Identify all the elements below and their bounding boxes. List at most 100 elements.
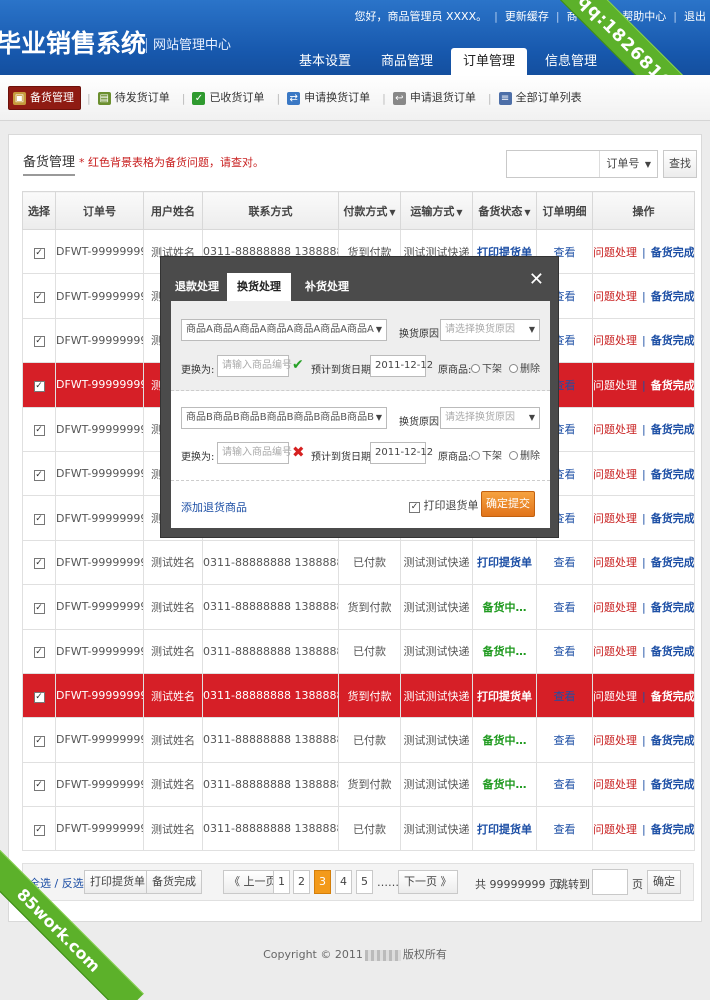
page-3-current[interactable]: 3 bbox=[314, 870, 331, 894]
view-detail-link[interactable]: 查看 bbox=[554, 823, 576, 836]
subnav-all-orders[interactable]: ≡ 全部订单列表 bbox=[495, 86, 588, 110]
stock-done-link[interactable]: 备货完成 bbox=[651, 290, 694, 303]
subnav-exchange-requests[interactable]: ⇄ 申请换货订单 bbox=[283, 86, 376, 110]
row-checkbox[interactable]: ✓ bbox=[33, 824, 45, 836]
row-checkbox[interactable]: ✓ bbox=[33, 469, 45, 481]
stock-done-link[interactable]: 备货完成 bbox=[651, 690, 694, 703]
arrival-date-input[interactable]: 2011-12-12 bbox=[370, 355, 433, 377]
swap-product-input[interactable]: 请输入商品编号 bbox=[217, 442, 292, 464]
radio-delist[interactable]: 下架 bbox=[471, 360, 502, 375]
stock-done-link[interactable]: 备货完成 bbox=[651, 778, 694, 791]
stock-done-link[interactable]: 备货完成 bbox=[651, 645, 694, 658]
tab-basic-settings[interactable]: 基本设置 bbox=[287, 48, 363, 75]
page-2[interactable]: 2 bbox=[293, 870, 310, 894]
row-checkbox[interactable]: ✓ bbox=[33, 336, 45, 348]
print-return-checkbox[interactable]: ✓ 打印退货单 bbox=[409, 497, 479, 513]
arrival-date-input[interactable]: 2011-12-12 bbox=[370, 442, 433, 464]
invert-selection-link[interactable]: 反选 bbox=[62, 877, 84, 890]
refresh-cache-link[interactable]: 更新缓存 bbox=[505, 8, 549, 24]
tab-exchange[interactable]: 换货处理 bbox=[227, 273, 291, 301]
radio-delete[interactable]: 删除 bbox=[509, 360, 540, 375]
handle-problem-link[interactable]: 问题处理 bbox=[594, 645, 638, 658]
row-checkbox[interactable]: ✓ bbox=[33, 780, 45, 792]
handle-problem-link[interactable]: 问题处理 bbox=[594, 246, 638, 259]
tab-info-management[interactable]: 信息管理 bbox=[533, 48, 609, 75]
row-checkbox[interactable]: ✓ bbox=[33, 247, 45, 259]
view-detail-link[interactable]: 查看 bbox=[554, 556, 576, 569]
handle-problem-link[interactable]: 问题处理 bbox=[594, 423, 638, 436]
next-page-button[interactable]: 下一页 》 bbox=[398, 870, 458, 894]
stock-done-link[interactable]: 备货完成 bbox=[651, 734, 694, 747]
tab-restock[interactable]: 补货处理 bbox=[305, 273, 349, 301]
row-checkbox[interactable]: ✓ bbox=[33, 380, 45, 392]
stock-status[interactable]: 打印提货单 bbox=[477, 690, 532, 703]
stock-done-link[interactable]: 备货完成 bbox=[651, 334, 694, 347]
handle-problem-link[interactable]: 问题处理 bbox=[594, 334, 638, 347]
stock-done-link[interactable]: 备货完成 bbox=[651, 379, 694, 392]
product-select[interactable]: 商品B商品B商品B商品B商品B商品B商品B bbox=[181, 407, 387, 429]
jump-page-input[interactable] bbox=[592, 869, 628, 895]
row-checkbox[interactable]: ✓ bbox=[33, 514, 45, 526]
row-checkbox[interactable]: ✓ bbox=[33, 292, 45, 304]
reason-select[interactable]: 请选择换货原因 bbox=[440, 319, 540, 341]
handle-problem-link[interactable]: 问题处理 bbox=[594, 778, 638, 791]
tab-product-management[interactable]: 商品管理 bbox=[369, 48, 445, 75]
column-header[interactable]: 付款方式 ▼ bbox=[338, 191, 401, 230]
stock-status[interactable]: 打印提货单 bbox=[477, 556, 532, 569]
stock-done-link[interactable]: 备货完成 bbox=[651, 423, 694, 436]
radio-delete[interactable]: 删除 bbox=[509, 447, 540, 462]
row-checkbox[interactable]: ✓ bbox=[33, 558, 45, 570]
view-detail-link[interactable]: 查看 bbox=[554, 778, 576, 791]
product-select[interactable]: 商品A商品A商品A商品A商品A商品A商品A bbox=[181, 319, 387, 341]
handle-problem-link[interactable]: 问题处理 bbox=[594, 734, 638, 747]
row-checkbox[interactable]: ✓ bbox=[33, 691, 45, 703]
stock-done-link[interactable]: 备货完成 bbox=[651, 556, 694, 569]
search-input[interactable]: 订单号 ▼ bbox=[506, 150, 658, 178]
stock-done-link[interactable]: 备货完成 bbox=[651, 246, 694, 259]
page-1[interactable]: 1 bbox=[273, 870, 290, 894]
handle-problem-link[interactable]: 问题处理 bbox=[594, 823, 638, 836]
stock-done-link[interactable]: 备货完成 bbox=[651, 468, 694, 481]
stock-done-link[interactable]: 备货完成 bbox=[651, 512, 694, 525]
subnav-pending-shipment[interactable]: ▤ 待发货订单 bbox=[94, 86, 176, 110]
swap-product-input[interactable]: 请输入商品编号 bbox=[217, 355, 292, 377]
subnav-return-requests[interactable]: ↩ 申请退货订单 bbox=[389, 86, 482, 110]
handle-problem-link[interactable]: 问题处理 bbox=[594, 379, 638, 392]
row-checkbox[interactable]: ✓ bbox=[33, 425, 45, 437]
tab-order-management[interactable]: 订单管理 bbox=[451, 48, 528, 75]
stock-done-link[interactable]: 备货完成 bbox=[651, 601, 694, 614]
handle-problem-link[interactable]: 问题处理 bbox=[594, 512, 638, 525]
subnav-stock-management[interactable]: ▣ 备货管理 bbox=[8, 86, 81, 110]
handle-problem-link[interactable]: 问题处理 bbox=[594, 690, 638, 703]
column-header[interactable]: 运输方式 ▼ bbox=[400, 191, 473, 230]
stock-status[interactable]: 打印提货单 bbox=[477, 823, 532, 836]
add-return-item-link[interactable]: 添加退货商品 bbox=[181, 499, 247, 515]
tab-refund[interactable]: 退款处理 bbox=[175, 273, 219, 301]
subnav-received-orders[interactable]: ✓ 已收货订单 bbox=[188, 86, 270, 110]
view-detail-link[interactable]: 查看 bbox=[554, 645, 576, 658]
row-checkbox[interactable]: ✓ bbox=[33, 602, 45, 614]
row-checkbox[interactable]: ✓ bbox=[33, 735, 45, 747]
page-4[interactable]: 4 bbox=[335, 870, 352, 894]
handle-problem-link[interactable]: 问题处理 bbox=[594, 468, 638, 481]
print-delivery-button[interactable]: 打印提货单 bbox=[84, 870, 151, 894]
logout-link[interactable]: 退出 bbox=[684, 8, 706, 24]
search-field-select[interactable]: 订单号 ▼ bbox=[599, 151, 657, 177]
stock-done-button[interactable]: 备货完成 bbox=[146, 870, 202, 894]
reason-select[interactable]: 请选择换货原因 bbox=[440, 407, 540, 429]
radio-delist[interactable]: 下架 bbox=[471, 447, 502, 462]
stock-done-link[interactable]: 备货完成 bbox=[651, 823, 694, 836]
view-detail-link[interactable]: 查看 bbox=[554, 601, 576, 614]
page-5[interactable]: 5 bbox=[356, 870, 373, 894]
handle-problem-link[interactable]: 问题处理 bbox=[594, 601, 638, 614]
handle-problem-link[interactable]: 问题处理 bbox=[594, 556, 638, 569]
row-checkbox[interactable]: ✓ bbox=[33, 647, 45, 659]
handle-problem-link[interactable]: 问题处理 bbox=[594, 290, 638, 303]
view-detail-link[interactable]: 查看 bbox=[554, 690, 576, 703]
column-header[interactable]: 备货状态 ▼ bbox=[472, 191, 537, 230]
jump-confirm-button[interactable]: 确定 bbox=[647, 870, 681, 894]
view-detail-link[interactable]: 查看 bbox=[554, 734, 576, 747]
close-icon[interactable]: ✕ bbox=[529, 271, 544, 289]
submit-button[interactable]: 确定提交 bbox=[481, 491, 535, 517]
search-button[interactable]: 查找 bbox=[663, 150, 697, 178]
